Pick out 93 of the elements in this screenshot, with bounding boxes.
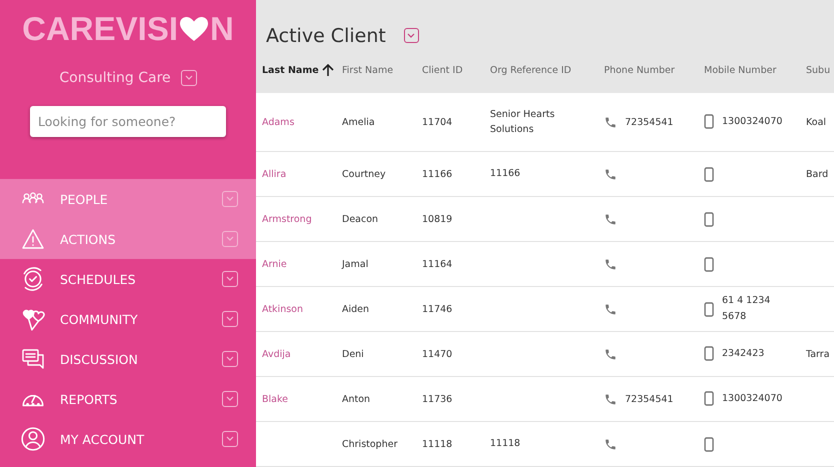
table-cell: Tarra [806,348,830,360]
table-cell: Deacon [342,214,378,224]
nav-item[interactable]: ACTIONS [0,219,256,259]
client-link[interactable]: Avdija [262,348,291,360]
column-header[interactable]: Org Reference ID [484,64,598,76]
phone-icon [604,348,617,360]
table-cell: Amelia [342,116,375,128]
nav-item[interactable]: MY ACCOUNT [0,419,256,459]
mobile-phone-icon [704,256,714,272]
column-header[interactable]: Last Name [256,64,336,76]
table-cell: Jamal [342,258,368,270]
mobile-phone-icon [704,302,714,316]
search-field[interactable]: Looking for someone? [30,106,226,137]
table-cell-text: 1300324070 [722,114,782,129]
table-cell: 72354541 [625,394,674,404]
table-cell-text: 61 4 1234 5678 [722,294,772,324]
table-cell: Aiden [342,304,370,314]
client-link[interactable]: Arnie [262,258,287,270]
column-header[interactable]: Client ID [416,64,484,76]
client-link[interactable]: Armstrong [262,214,312,224]
client-link[interactable]: Allira [262,168,286,180]
mobile-phone-icon [704,212,714,226]
table-cell: Senior Hearts Solutions [490,108,555,135]
phone-icon [604,168,617,180]
title-dropdown[interactable] [404,28,419,43]
phone-icon [604,392,617,406]
organisation-dropdown[interactable] [180,70,197,86]
client-link[interactable]: Adams [262,116,294,128]
phone-icon [604,302,617,316]
table-cell-text: 2342423 [722,346,764,361]
chevron-icon [406,32,416,38]
warning-icon [20,227,46,251]
table-cell: 11166 [422,168,452,180]
table-cell: Koal [806,116,826,128]
table-cell: 11736 [422,394,452,404]
page-title: Active Client [266,24,386,46]
nav-item[interactable]: REPORTS [0,379,256,419]
table-cell: Deni [342,348,364,360]
table-cell: Courtney [342,168,386,180]
expand-button[interactable] [222,431,238,447]
phone-icon [604,212,617,226]
organisation-name: Consulting Care [59,70,171,86]
chat-icon [20,347,46,371]
table-cell: 11118 [490,438,520,450]
column-header[interactable]: Subu [800,64,834,76]
table-cell: Anton [342,394,370,404]
column-header[interactable]: Phone Number [598,64,698,76]
expand-button[interactable] [222,231,238,247]
table-cell: Bard [806,168,828,180]
chevron-icon [184,75,194,81]
table-cell: 11470 [422,348,452,360]
table-cell: 11166 [490,168,520,180]
expand-button[interactable] [222,391,238,407]
chevron-icon [225,396,235,402]
phone-icon [604,258,617,270]
chevron-icon [225,356,235,362]
table-cell: 72354541 [625,116,674,128]
phone-icon [604,116,617,128]
expand-button[interactable] [222,271,238,287]
chevron-icon [225,236,235,242]
expand-button[interactable] [222,351,238,367]
expand-button[interactable] [222,191,238,207]
table-cell: 11164 [422,258,452,270]
column-header[interactable]: First Name [336,64,416,76]
table-cell: 11118 [422,438,452,450]
table-cell: 10819 [422,214,452,224]
nav-item[interactable]: PEOPLE [0,179,256,219]
table-cell: Christopher [342,438,398,450]
chevron-icon [225,436,235,442]
nav-item[interactable]: SCHEDULES [0,259,256,299]
chevron-icon [225,316,235,322]
nav-item[interactable]: COMMUNITY [0,299,256,339]
mobile-phone-icon [704,166,714,182]
mobile-phone-icon [704,346,714,362]
table-cell: 11704 [422,116,452,128]
column-header[interactable]: Mobile Number [698,64,800,76]
phone-icon [604,438,617,450]
user-icon [20,426,46,452]
mobile-phone-icon [704,391,714,406]
chevron-icon [225,196,235,202]
mobile-phone-icon [704,114,714,130]
mobile-phone-icon [704,436,714,452]
chevron-icon [225,276,235,282]
client-link[interactable]: Atkinson [262,304,304,314]
expand-button[interactable] [222,311,238,327]
sort-up-icon [322,64,334,76]
nav-item[interactable]: DISCUSSION [0,339,256,379]
table-cell: 11746 [422,304,452,314]
table-cell-text: 1300324070 [722,392,782,406]
logo-text: CAREVISI [22,10,178,48]
heart-icon [179,16,210,42]
client-link[interactable]: Blake [262,394,288,404]
logo-text: N [210,10,234,48]
